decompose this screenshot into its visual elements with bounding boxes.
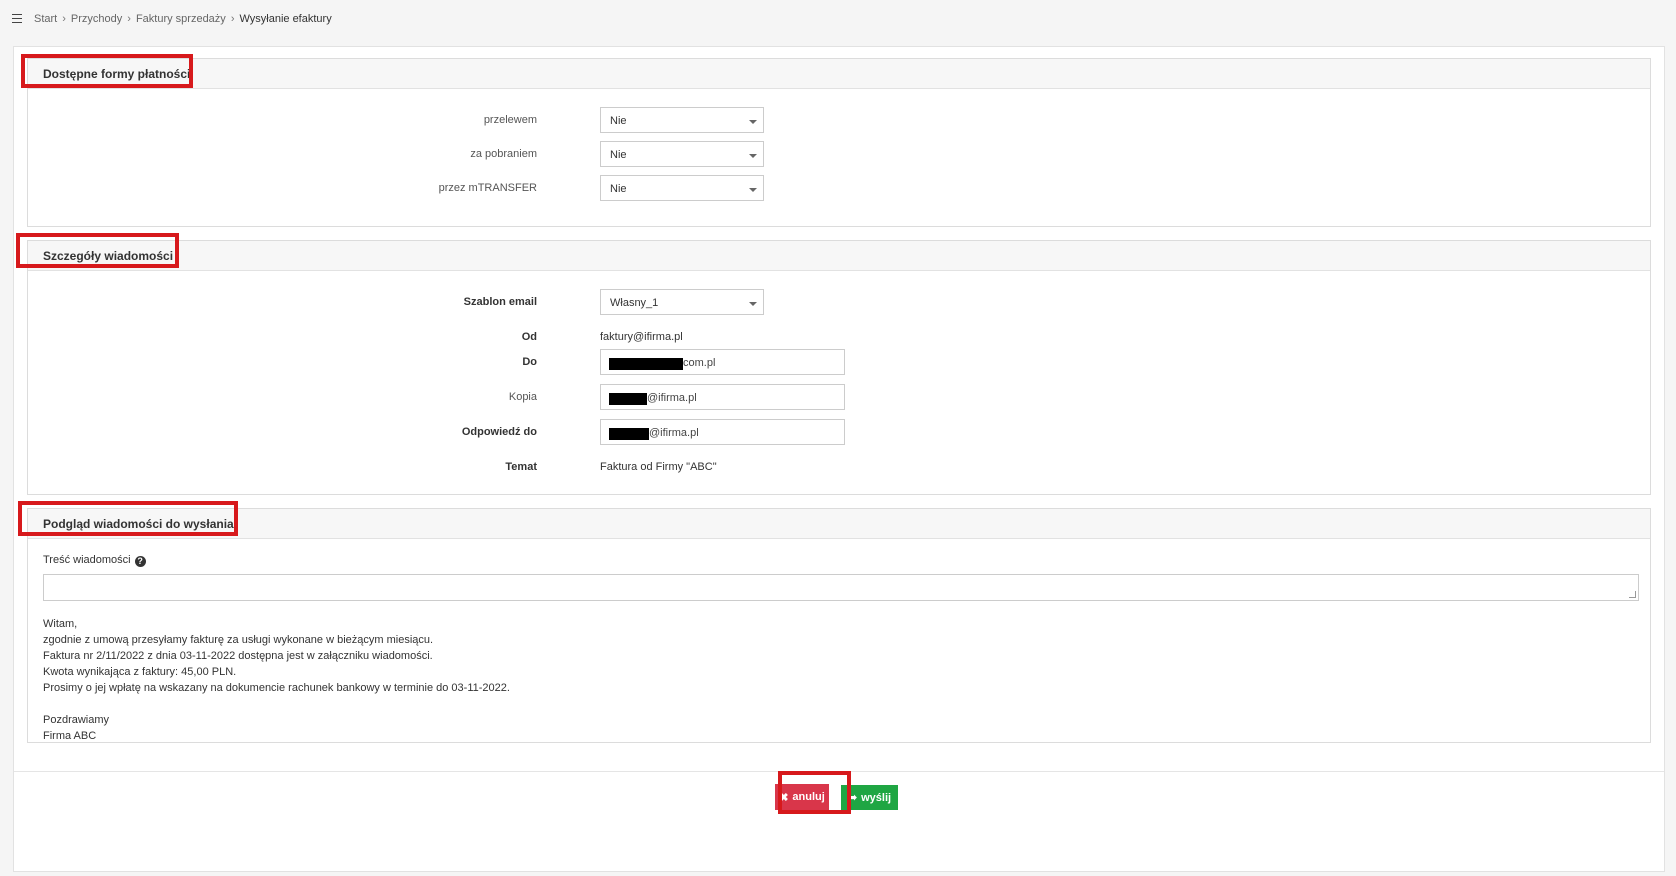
signature-line: Firma ABC — [43, 730, 97, 742]
field-label: przelewem — [483, 114, 537, 126]
field-label: Temat — [505, 461, 537, 473]
message-content-textarea[interactable] — [43, 574, 1639, 601]
select-value: Własny_1 — [610, 297, 659, 309]
mtransfer-select[interactable]: Nie — [600, 175, 764, 201]
field-label: za pobraniem — [470, 148, 537, 160]
field-label: Szablon email — [463, 296, 537, 308]
resize-handle-icon[interactable] — [1629, 591, 1636, 598]
top-bar: Start › Przychody › Faktury sprzedaży › Wysyła… — [0, 0, 1676, 40]
section-header: Podgląd wiadomości do wysłania — [28, 509, 1650, 539]
breadcrumb-separator-icon: › — [127, 13, 131, 25]
przelewem-select[interactable]: Nie — [600, 107, 764, 133]
message-line: zgodnie z umową przesyłamy fakturę za us… — [43, 634, 434, 646]
hamburger-menu-icon[interactable] — [12, 14, 22, 23]
input-value: @ifirma.pl — [647, 392, 697, 404]
subject-value: Faktura od Firmy "ABC" — [600, 461, 717, 473]
select-value: Nie — [610, 183, 627, 195]
reply-to-email-input[interactable]: @ifirma.pl — [600, 419, 845, 445]
cc-email-input[interactable]: @ifirma.pl — [600, 384, 845, 410]
section-header: Dostępne formy płatności — [28, 59, 1650, 89]
caret-down-icon — [749, 188, 757, 192]
template-row: Szablon email Własny_1 — [28, 289, 1650, 315]
message-line: Witam, — [43, 618, 78, 630]
payment-row-przelewem: przelewem Nie — [28, 107, 1650, 133]
breadcrumb-start[interactable]: Start — [34, 13, 57, 25]
highlight-box — [16, 233, 179, 268]
breadcrumb-current: Wysyłanie efaktury — [239, 13, 332, 25]
message-details-section: Szczegóły wiadomości Szablon email Własn… — [27, 240, 1651, 495]
breadcrumb-przychody[interactable]: Przychody — [71, 13, 122, 25]
select-value: Nie — [610, 149, 627, 161]
breadcrumb: Start › Przychody › Faktury sprzedaży › Wysyła… — [34, 13, 332, 25]
message-line: Prosimy o jej wpłatę na wskazany na doku… — [43, 682, 510, 694]
message-line: Kwota wynikająca z faktury: 45,00 PLN. — [43, 666, 237, 678]
redacted-block — [609, 428, 649, 440]
redacted-block — [609, 358, 683, 370]
subject-row: Temat Faktura od Firmy "ABC" — [28, 454, 1650, 480]
message-content-label: Treść wiadomości? — [43, 554, 146, 567]
field-label: przez mTRANSFER — [438, 182, 537, 194]
message-preview-text: Witam, zgodnie z umową przesyłamy faktur… — [43, 616, 510, 744]
caret-down-icon — [749, 154, 757, 158]
payment-forms-section: Dostępne formy płatności przelewem Nie z… — [27, 58, 1651, 227]
main-panel: Dostępne formy płatności przelewem Nie z… — [13, 46, 1665, 872]
input-value: com.pl — [683, 357, 716, 369]
reply-to-row: Odpowiedź do @ifirma.pl — [28, 419, 1650, 445]
redacted-block — [609, 393, 647, 405]
za-pobraniem-select[interactable]: Nie — [600, 141, 764, 167]
message-preview-section: Podgląd wiadomości do wysłania Treść wia… — [27, 508, 1651, 743]
input-value: @ifirma.pl — [649, 427, 699, 439]
caret-down-icon — [749, 302, 757, 306]
breadcrumb-separator-icon: › — [62, 13, 66, 25]
question-circle-icon[interactable]: ? — [134, 556, 146, 567]
send-label: wyślij — [861, 791, 892, 804]
breadcrumb-separator-icon: › — [230, 13, 235, 25]
cc-row: Kopia @ifirma.pl — [28, 384, 1650, 410]
field-label: Od — [521, 331, 537, 343]
highlight-box — [18, 501, 238, 536]
field-label: Kopia — [508, 391, 537, 403]
from-value: faktury@ifirma.pl — [600, 331, 683, 343]
breadcrumb-faktury-sprzedazy[interactable]: Faktury sprzedaży — [136, 13, 226, 25]
to-email-input[interactable]: com.pl — [600, 349, 845, 375]
message-line: Faktura nr 2/11/2022 z dnia 03-11-2022 d… — [43, 650, 433, 662]
signature-line: Pozdrawiamy — [43, 714, 110, 726]
highlight-box — [778, 771, 851, 814]
from-row: Od faktury@ifirma.pl — [28, 324, 1650, 350]
field-label: Odpowiedź do — [461, 426, 537, 438]
highlight-box — [21, 54, 193, 88]
to-row: Do com.pl — [28, 349, 1650, 375]
payment-row-mtransfer: przez mTRANSFER Nie — [28, 175, 1650, 201]
caret-down-icon — [749, 120, 757, 124]
section-header: Szczegóły wiadomości — [28, 241, 1650, 271]
email-template-select[interactable]: Własny_1 — [600, 289, 764, 315]
select-value: Nie — [610, 115, 627, 127]
field-label: Do — [522, 356, 537, 368]
payment-row-pobranie: za pobraniem Nie — [28, 141, 1650, 167]
content-label-text: Treść wiadomości — [43, 554, 131, 566]
